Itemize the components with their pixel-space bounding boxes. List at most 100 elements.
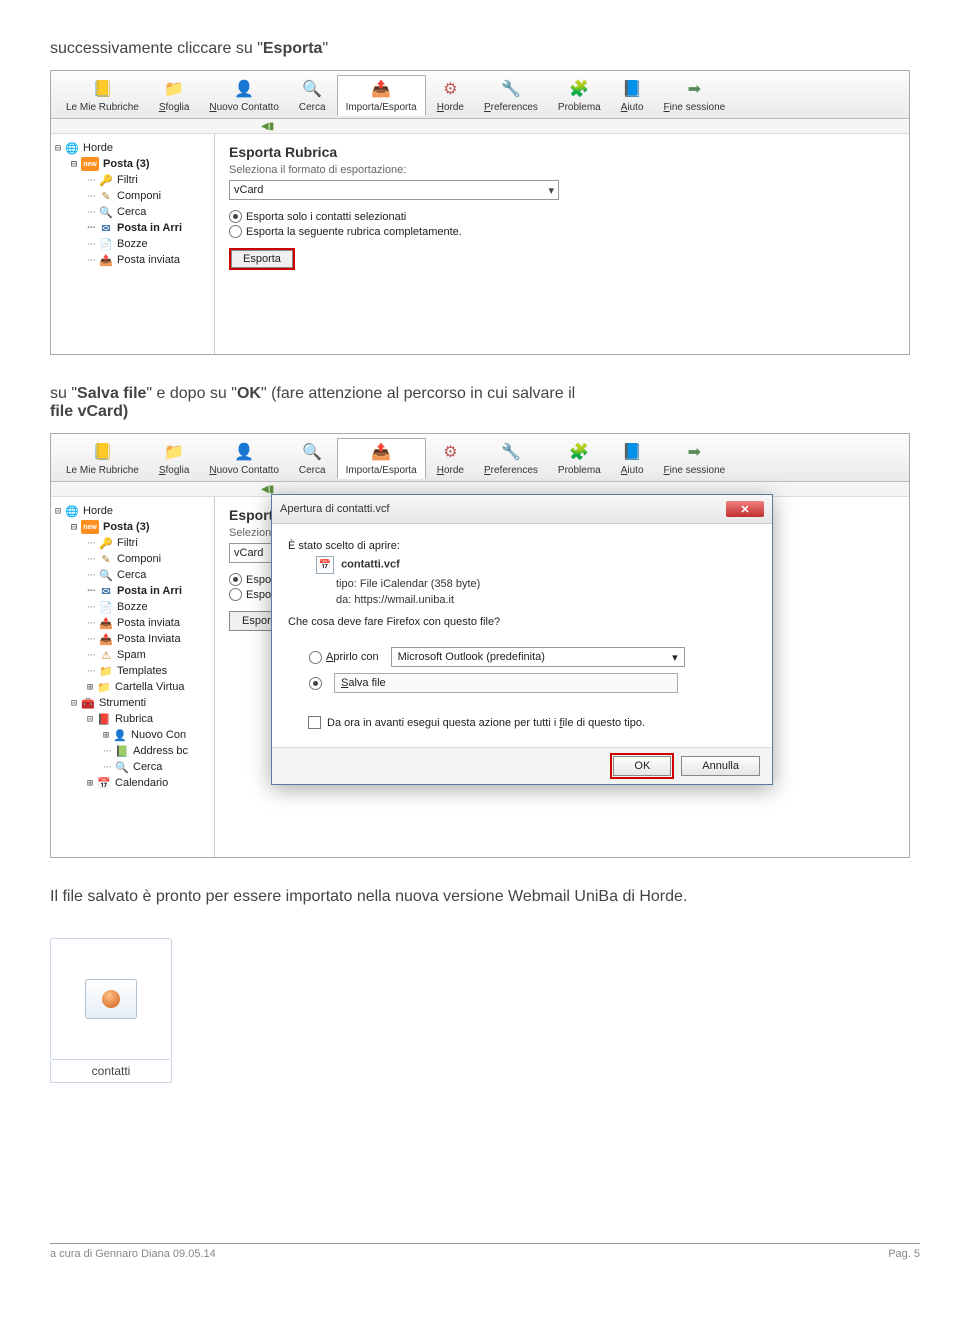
tree-filtri[interactable]: ···🔑Filtri [55, 535, 210, 551]
toolbar-import-export[interactable]: 📤Importa/Esporta [337, 75, 426, 116]
tree-calendario[interactable]: ⊞📅Calendario [55, 775, 210, 791]
file-thumbnail[interactable]: contatti [50, 938, 172, 1083]
screenshot-2: 📒Le Mie Rubriche 📁Sfoglia 👤Nuovo Contatt… [50, 433, 910, 858]
toolbar-prefs[interactable]: 🔧Preferences [475, 438, 547, 479]
sent-icon: 📤 [99, 632, 113, 646]
tree-bozze[interactable]: ···📄Bozze [55, 236, 210, 252]
file-label: contatti [50, 1060, 172, 1083]
new-contact-icon: 👤 [233, 441, 255, 463]
sent-icon: 📤 [99, 253, 113, 267]
remember-checkbox[interactable]: Da ora in avanti esegui questa azione pe… [308, 716, 756, 729]
ok-button[interactable]: OK [613, 756, 671, 776]
folder-icon: 📁 [97, 680, 111, 694]
tree-horde[interactable]: ⊟🌐Horde [55, 503, 210, 519]
radio-full-rubrica[interactable]: Esporta la seguente rubrica completament… [229, 225, 895, 238]
search-icon: 🔍 [301, 441, 323, 463]
contact-card-icon [85, 979, 137, 1019]
radio-icon [229, 225, 242, 238]
filter-icon: 🔑 [99, 536, 113, 550]
toolbar-rubriche[interactable]: 📒Le Mie Rubriche [57, 438, 148, 479]
toolbar-problema[interactable]: 🧩Problema [549, 438, 610, 479]
radio-save-file[interactable]: Salva file [309, 673, 735, 693]
esporta-button[interactable]: Esporta [229, 248, 295, 270]
exit-icon: ➡ [683, 78, 705, 100]
firefox-open-dialog: Apertura di contatti.vcf ✕ È stato scelt… [271, 494, 773, 785]
tools-icon: 🧰 [81, 696, 95, 710]
toolbar-fine[interactable]: ➡Fine sessione [655, 75, 735, 116]
tree-posta[interactable]: ⊟newPosta (3) [55, 519, 210, 535]
horde-icon: ⚙ [439, 78, 461, 100]
toolbar-aiuto[interactable]: 📘Aiuto [612, 75, 653, 116]
radio-icon [309, 677, 322, 690]
toolbar-problema[interactable]: 🧩Problema [549, 75, 610, 116]
screenshot-1: 📒Le Mie Rubriche 📁Sfoglia 👤Nuovo Contatt… [50, 70, 910, 355]
compose-icon: ✎ [99, 189, 113, 203]
toolbar: 📒Le Mie Rubriche 📁Sfoglia 👤Nuovo Contatt… [51, 434, 909, 482]
tree-nuovocon[interactable]: ⊞👤Nuovo Con [55, 727, 210, 743]
prefs-icon: 🔧 [500, 78, 522, 100]
problem-icon: 🧩 [568, 441, 590, 463]
dialog-question: Che cosa deve fare Firefox con questo fi… [288, 616, 756, 628]
addressbook-icon: 📗 [115, 744, 129, 758]
sent-icon: 📤 [99, 616, 113, 630]
tree-inviata[interactable]: ···📤Posta inviata [55, 615, 210, 631]
toolbar-nuovo[interactable]: 👤Nuovo Contatto [200, 438, 288, 479]
tree-horde[interactable]: ⊟🌐Horde [55, 140, 210, 156]
tree-addressbc[interactable]: ···📗Address bc [55, 743, 210, 759]
toolbar-sfoglia[interactable]: 📁Sfoglia [150, 75, 199, 116]
tree-templates[interactable]: ···📁Templates [55, 663, 210, 679]
tree-cerca[interactable]: ···🔍Cerca [55, 204, 210, 220]
tree-componi[interactable]: ···✎Componi [55, 188, 210, 204]
tree-filtri[interactable]: ···🔑Filtri [55, 172, 210, 188]
spam-icon: ⚠ [99, 648, 113, 662]
toolbar-aiuto[interactable]: 📘Aiuto [612, 438, 653, 479]
dialog-da: da: https://wmail.uniba.it [288, 594, 756, 606]
import-export-icon: 📤 [370, 441, 392, 463]
tree-bozze[interactable]: ···📄Bozze [55, 599, 210, 615]
calendar-icon: 📅 [97, 776, 111, 790]
tree-cerca2[interactable]: ···🔍Cerca [55, 759, 210, 775]
search-icon: 🔍 [99, 568, 113, 582]
search-icon: 🔍 [99, 205, 113, 219]
close-icon[interactable]: ✕ [726, 501, 764, 517]
compose-icon: ✎ [99, 552, 113, 566]
format-select[interactable]: vCard▾ [229, 180, 559, 200]
folder-icon: 📁 [163, 441, 185, 463]
tree-posta-arrivo[interactable]: ···✉Posta in Arri [55, 583, 210, 599]
tree-inviata[interactable]: ···📤Posta inviata [55, 252, 210, 268]
search-icon: 🔍 [301, 78, 323, 100]
pane-toggle-icon[interactable]: ◀▮ [261, 484, 274, 495]
tree-posta-arrivo[interactable]: ···✉Posta in Arri [55, 220, 210, 236]
dialog-titlebar: Apertura di contatti.vcf ✕ [272, 495, 772, 524]
tree-componi[interactable]: ···✎Componi [55, 551, 210, 567]
addressbook-icon: 📕 [97, 712, 111, 726]
toolbar-prefs[interactable]: 🔧Preferences [475, 75, 547, 116]
tree-posta[interactable]: ⊟newPosta (3) [55, 156, 210, 172]
open-with-select[interactable]: Microsoft Outlook (predefinita)▾ [391, 647, 685, 667]
toolbar-rubriche[interactable]: 📒Le Mie Rubriche [57, 75, 148, 116]
cancel-button[interactable]: Annulla [681, 756, 760, 776]
tree-strumenti[interactable]: ⊟🧰Strumenti [55, 695, 210, 711]
folder-icon: 📁 [99, 664, 113, 678]
toolbar-sfoglia[interactable]: 📁Sfoglia [150, 438, 199, 479]
pane-toggle-icon[interactable]: ◀▮ [261, 121, 274, 132]
tree-cerca[interactable]: ···🔍Cerca [55, 567, 210, 583]
tree-spam[interactable]: ···⚠Spam [55, 647, 210, 663]
radio-open-with[interactable]: Aprirlo con Microsoft Outlook (predefini… [309, 647, 735, 667]
toolbar-cerca[interactable]: 🔍Cerca [290, 75, 335, 116]
toolbar-cerca[interactable]: 🔍Cerca [290, 438, 335, 479]
dialog-intro: È stato scelto di aprire: [288, 540, 756, 552]
toolbar-horde[interactable]: ⚙Horde [428, 438, 473, 479]
tree-rubrica[interactable]: ⊟📕Rubrica [55, 711, 210, 727]
toolbar-import-export[interactable]: 📤Importa/Esporta [337, 438, 426, 479]
tree-virtual[interactable]: ⊞📁Cartella Virtua [55, 679, 210, 695]
tree-inviata2[interactable]: ···📤Posta Inviata [55, 631, 210, 647]
toolbar-horde[interactable]: ⚙Horde [428, 75, 473, 116]
help-icon: 📘 [621, 441, 643, 463]
toolbar-nuovo[interactable]: 👤Nuovo Contatto [200, 75, 288, 116]
radio-icon [229, 210, 242, 223]
book-icon: 📒 [91, 441, 113, 463]
radio-selected-contacts[interactable]: Esporta solo i contatti selezionati [229, 210, 895, 223]
dropdown-arrow-icon: ▾ [548, 184, 554, 197]
toolbar-fine[interactable]: ➡Fine sessione [655, 438, 735, 479]
